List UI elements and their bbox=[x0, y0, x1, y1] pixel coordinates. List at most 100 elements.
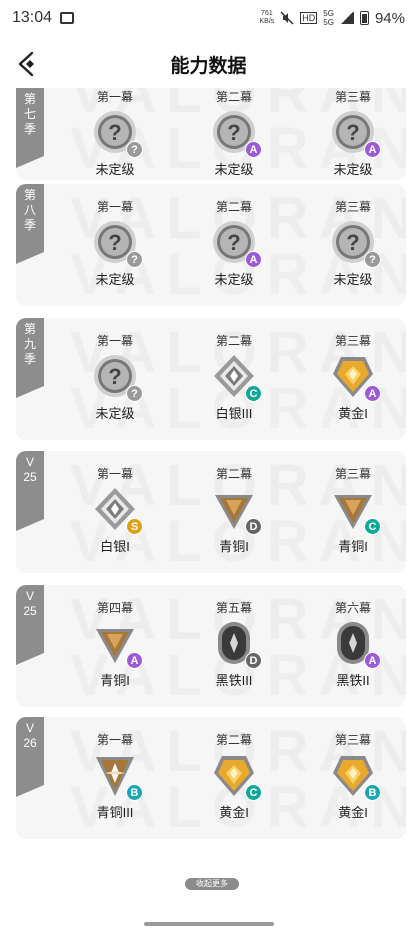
act-label: 第二幕 bbox=[215, 200, 252, 214]
act-item[interactable]: 第二幕? A 未定级 bbox=[179, 198, 289, 288]
status-time: 13:04 bbox=[12, 9, 53, 26]
act-item[interactable]: 第一幕 S 白银I bbox=[60, 465, 170, 555]
tier-badge: B bbox=[364, 784, 381, 801]
rank-label: 黑铁III bbox=[215, 673, 253, 688]
rank-label: 未定级 bbox=[333, 162, 373, 177]
iron-rank-icon: A bbox=[329, 619, 381, 669]
tier-badge: ? bbox=[126, 251, 143, 268]
act-label: 第二幕 bbox=[215, 90, 252, 104]
silver-rank-icon: C bbox=[210, 352, 262, 402]
act-item[interactable]: 第二幕 C 白银III bbox=[179, 332, 289, 422]
tier-badge: A bbox=[126, 652, 143, 669]
battery-percent: 94% bbox=[374, 9, 405, 27]
svg-text:?: ? bbox=[227, 230, 240, 255]
act-item[interactable]: 第一幕?? 未定级 bbox=[60, 88, 170, 178]
act-label: 第五幕 bbox=[215, 601, 252, 615]
season-card: VALORANTVALORANT第九季第一幕??未定级第二幕C白银III第三幕A… bbox=[16, 318, 406, 440]
tier-badge: C bbox=[245, 784, 262, 801]
season-tab: V 26 bbox=[16, 717, 44, 797]
signal-icon bbox=[339, 12, 354, 24]
iron-rank-icon: D bbox=[210, 619, 262, 669]
rank-label: 未定级 bbox=[95, 162, 135, 177]
tier-badge: A bbox=[245, 141, 262, 158]
collapse-button[interactable]: 收起更多 bbox=[185, 878, 239, 890]
rank-label: 白银I bbox=[100, 539, 130, 554]
season-tab: V 25 bbox=[16, 451, 44, 531]
network-type-sim1: 5G bbox=[323, 9, 334, 18]
act-item[interactable]: 第六幕 A 黑铁II bbox=[298, 599, 406, 689]
bronze-rank-icon: C bbox=[329, 485, 381, 535]
svg-text:?: ? bbox=[108, 364, 121, 389]
act-item[interactable]: 第三幕?? 未定级 bbox=[298, 198, 406, 288]
rank-label: 黄金I bbox=[219, 805, 249, 820]
unranked-rank-icon: ?? bbox=[91, 352, 143, 402]
svg-text:?: ? bbox=[108, 120, 121, 145]
act-item[interactable]: 第四幕 A 青铜I bbox=[60, 599, 170, 689]
season-card: VALORANTVALORANTV25第一幕S白银I第二幕D青铜I第三幕C青铜I bbox=[16, 451, 406, 573]
act-item[interactable]: 第五幕 D 黑铁III bbox=[179, 599, 289, 689]
act-item[interactable]: 第三幕 A 黄金I bbox=[298, 332, 406, 422]
act-label: 第二幕 bbox=[215, 467, 252, 481]
act-label: 第三幕 bbox=[334, 733, 371, 747]
rank-label: 未定级 bbox=[95, 406, 135, 421]
gold-rank-icon: C bbox=[210, 751, 262, 801]
tier-badge: B bbox=[126, 784, 143, 801]
act-label: 第二幕 bbox=[215, 334, 252, 348]
bronze-rank-icon: A bbox=[91, 619, 143, 669]
season-card: VALORANTVALORANTV26第一幕B青铜III第二幕C黄金I第三幕B黄… bbox=[16, 717, 406, 839]
rank-label: 黑铁II bbox=[336, 673, 370, 688]
bronze-rank-icon: D bbox=[210, 485, 262, 535]
back-arrow-icon[interactable] bbox=[16, 50, 40, 78]
status-bar: 13:04 761 KB/s HD 5G 5G 94% bbox=[0, 0, 417, 36]
tier-badge: A bbox=[364, 652, 381, 669]
act-label: 第三幕 bbox=[334, 334, 371, 348]
act-item[interactable]: 第三幕 C 青铜I bbox=[298, 465, 406, 555]
rank-label: 黄金I bbox=[338, 805, 368, 820]
act-item[interactable]: 第一幕?? 未定级 bbox=[60, 198, 170, 288]
season-tab: V 25 bbox=[16, 585, 44, 665]
status-indicators: 761 KB/s HD 5G 5G 94% bbox=[260, 9, 406, 27]
silver-rank-icon: S bbox=[91, 485, 143, 535]
svg-text:?: ? bbox=[346, 230, 359, 255]
message-icon bbox=[60, 12, 75, 24]
act-label: 第一幕 bbox=[96, 467, 133, 481]
network-speed-value: 761 bbox=[261, 10, 273, 17]
act-label: 第三幕 bbox=[334, 467, 371, 481]
act-item[interactable]: 第三幕 ? A 未定级 bbox=[298, 88, 406, 178]
tier-badge: A bbox=[364, 385, 381, 402]
season-tab: 第九季 bbox=[16, 318, 44, 398]
battery-icon bbox=[359, 11, 369, 25]
act-label: 第一幕 bbox=[96, 733, 133, 747]
rank-label: 青铜I bbox=[100, 673, 130, 688]
tier-badge: ? bbox=[364, 251, 381, 268]
rank-label: 未定级 bbox=[214, 162, 254, 177]
unranked-rank-icon: ?? bbox=[329, 218, 381, 268]
rank-label: 未定级 bbox=[214, 272, 254, 287]
season-list[interactable]: VALORANTVALORANT第七季第一幕??未定级第二幕?A未定级第三幕?A… bbox=[0, 88, 417, 878]
network-speed: 761 KB/s bbox=[260, 10, 275, 26]
svg-text:?: ? bbox=[108, 230, 121, 255]
unranked-rank-icon: ?? bbox=[91, 108, 143, 158]
unranked-rank-icon: ? A bbox=[329, 108, 381, 158]
mute-icon bbox=[280, 11, 294, 25]
gold-rank-icon: B bbox=[329, 751, 381, 801]
bronze3-rank-icon: B bbox=[91, 751, 143, 801]
act-item[interactable]: 第三幕 B 黄金I bbox=[298, 731, 406, 821]
act-label: 第六幕 bbox=[334, 601, 371, 615]
rank-label: 青铜I bbox=[219, 539, 249, 554]
act-item[interactable]: 第二幕? A 未定级 bbox=[179, 88, 289, 178]
tier-badge: C bbox=[245, 385, 262, 402]
act-item[interactable]: 第二幕 D 青铜I bbox=[179, 465, 289, 555]
act-item[interactable]: 第一幕?? 未定级 bbox=[60, 332, 170, 422]
act-label: 第三幕 bbox=[334, 90, 371, 104]
act-label: 第一幕 bbox=[96, 200, 133, 214]
network-type-sim2: 5G bbox=[323, 18, 334, 27]
tier-badge: C bbox=[364, 518, 381, 535]
network-type: 5G 5G bbox=[323, 9, 334, 27]
act-item[interactable]: 第一幕 B 青铜III bbox=[60, 731, 170, 821]
rank-label: 白银III bbox=[215, 406, 253, 421]
home-indicator[interactable] bbox=[144, 922, 274, 926]
act-item[interactable]: 第二幕 C 黄金I bbox=[179, 731, 289, 821]
act-label: 第一幕 bbox=[96, 334, 133, 348]
season-card: VALORANTVALORANT第七季第一幕??未定级第二幕?A未定级第三幕?A… bbox=[16, 88, 406, 180]
